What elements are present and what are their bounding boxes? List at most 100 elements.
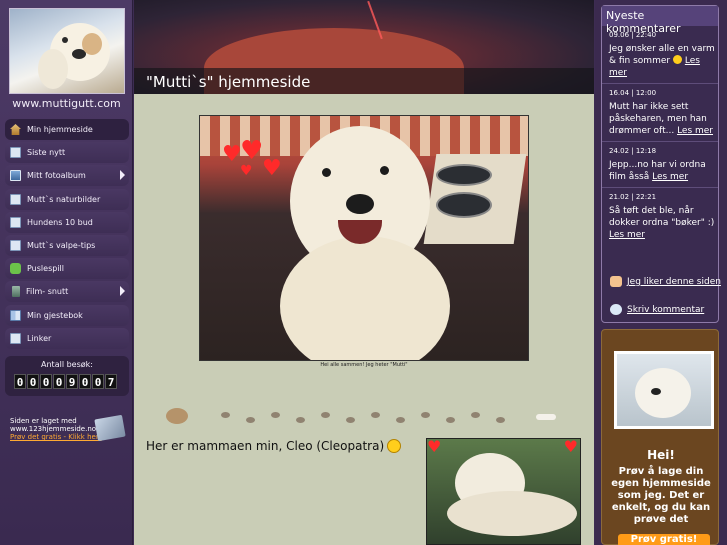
dog-nose	[346, 194, 374, 214]
promo-greeting: Hei!	[647, 448, 675, 462]
nav-item-nature-photos[interactable]: Mutt`s naturbilder	[5, 188, 129, 210]
bone-end-icon	[536, 414, 556, 420]
promo-panel: Hei! Prøv å lage din egen hjemmeside som…	[601, 329, 719, 545]
food-bowl	[436, 164, 492, 186]
write-comment-link[interactable]: Skriv kommentar	[627, 304, 704, 316]
read-more-link[interactable]: Les mer	[652, 172, 688, 182]
mother-dog-body	[447, 491, 577, 536]
nav-label: Mutt`s valpe-tips	[27, 240, 96, 250]
intro-text: Her er mammaen min, Cleo (Cleopatra)	[146, 439, 385, 453]
nav-label: Linker	[27, 333, 52, 343]
made-with-badge[interactable]: Siden er laget med www.123hjemmeside.no …	[10, 414, 130, 442]
page-icon	[10, 216, 21, 228]
counter-digits: 00009007	[14, 374, 117, 389]
comment-body: Mutt har ikke sett påskeharen, men han d…	[609, 101, 718, 137]
nav-item-news[interactable]: Siste nytt	[5, 142, 129, 164]
nav-item-photo-album[interactable]: Mitt fotoalbum	[5, 165, 129, 187]
like-page-link[interactable]: Jeg liker denne siden	[627, 276, 722, 288]
site-logo-dog-photo[interactable]	[9, 8, 125, 94]
film-icon	[12, 286, 20, 298]
like-page-row[interactable]: Jeg liker denne siden	[610, 276, 722, 288]
intro-paragraph: Her er mammaen min, Cleo (Cleopatra)	[146, 439, 402, 453]
read-more-link[interactable]: Les mer	[677, 126, 713, 136]
read-more-link[interactable]: Les mer	[609, 230, 645, 240]
nav-item-links[interactable]: Linker	[5, 327, 129, 349]
thumbs-up-icon	[610, 276, 622, 287]
dog-body	[280, 236, 450, 360]
paw-print-divider	[166, 408, 566, 428]
nav-label: Hundens 10 bud	[27, 217, 93, 227]
visitor-counter: Antall besøk: 00009007	[5, 356, 129, 396]
nav-label: Min hjemmeside	[27, 125, 93, 134]
speech-bubble-icon	[610, 304, 622, 315]
bone-icon	[166, 408, 188, 424]
nav-label: Puslespill	[27, 264, 64, 274]
hearts-decoration-icon: ♥	[222, 142, 242, 167]
comment-date: 16.04 | 12:00	[609, 89, 657, 97]
guestbook-icon	[10, 309, 21, 321]
write-comment-row[interactable]: Skriv kommentar	[610, 304, 704, 316]
comment-text: Så tøft det ble, når dokker ordna "bøker…	[609, 206, 715, 228]
puzzle-icon	[10, 263, 21, 275]
dog-main-photo: ♥ ♥ ♥ ♥	[199, 115, 529, 361]
counter-digit: 7	[105, 374, 117, 389]
home-icon	[10, 124, 21, 135]
photo-caption: Hei alle sammen! Jeg heter "Mutti"	[320, 362, 408, 368]
counter-digit: 0	[40, 374, 52, 389]
nav-item-guestbook[interactable]: Min gjestebok	[5, 304, 129, 326]
comment-item: 24.02 | 12:18 Jepp...no har vi ordna fil…	[602, 142, 718, 188]
site-url: www.muttigutt.com	[12, 97, 121, 110]
nav-item-puppy-tips[interactable]: Mutt`s valpe-tips	[5, 234, 129, 256]
counter-digit: 9	[66, 374, 78, 389]
smiley-icon	[672, 55, 682, 64]
submenu-arrow-icon	[120, 170, 125, 181]
corner-heart-icon: ♥	[427, 438, 442, 456]
nav-label: Siste nytt	[27, 148, 66, 158]
page-icon	[10, 332, 21, 344]
counter-label: Antall besøk:	[41, 360, 93, 369]
nav-item-puzzle[interactable]: Puslespill	[5, 258, 129, 280]
counter-digit: 0	[53, 374, 65, 389]
promo-text: Prøv å lage din egen hjemmeside som jeg.…	[611, 466, 711, 525]
photo-album-icon	[10, 170, 21, 182]
latest-comments-panel: Nyeste kommentarer 09.06 | 22:40 Jeg øns…	[601, 5, 722, 323]
counter-digit: 0	[92, 374, 104, 389]
page-icon	[10, 193, 21, 205]
comment-item: 16.04 | 12:00 Mutt har ikke sett påskeha…	[602, 84, 718, 142]
promo-dog-photo	[614, 351, 714, 429]
water-bowl	[436, 192, 492, 218]
dog-eye	[380, 166, 389, 175]
comments-title: Nyeste kommentarer	[602, 6, 718, 35]
page-icon	[10, 239, 21, 251]
dog-eye	[322, 168, 331, 177]
try-free-button[interactable]: Prøv gratis!	[618, 534, 710, 545]
comment-item: 21.02 | 22:21 Så tøft det ble, når dokke…	[602, 188, 718, 245]
counter-digit: 0	[79, 374, 91, 389]
comment-body: Jeg ønsker alle en varm & fin sommer Les…	[609, 43, 718, 79]
nav-item-dog-commandments[interactable]: Hundens 10 bud	[5, 211, 129, 233]
nav-label: Mutt`s naturbilder	[27, 194, 101, 204]
mother-dog-photo: ♥ ♥	[426, 438, 581, 545]
right-sidebar: Nyeste kommentarer 09.06 | 22:40 Jeg øns…	[595, 0, 727, 545]
main-content: "Mutti`s" hjemmeside ♥ ♥ ♥ ♥ Hei alle sa…	[134, 0, 594, 545]
comment-date: 21.02 | 22:21	[609, 193, 657, 201]
corner-heart-icon: ♥	[563, 438, 578, 456]
comment-date: 24.02 | 12:18	[609, 147, 657, 155]
nav-label: Film- snutt	[26, 287, 69, 297]
main-navigation: Min hjemmeside Siste nytt Mitt fotoalbum…	[5, 119, 129, 351]
left-sidebar: www.muttigutt.com Min hjemmeside Siste n…	[0, 0, 133, 545]
counter-digit: 0	[14, 374, 26, 389]
nav-label: Mitt fotoalbum	[27, 171, 86, 181]
nav-label: Min gjestebok	[27, 310, 83, 320]
heart-icon: ♥	[240, 136, 264, 166]
nav-item-home[interactable]: Min hjemmeside	[5, 119, 129, 140]
nav-item-film-clip[interactable]: Film- snutt	[5, 281, 129, 303]
smiley-icon	[387, 439, 402, 453]
header-banner: "Mutti`s" hjemmeside	[134, 0, 594, 94]
heart-icon: ♥	[262, 156, 282, 181]
page-icon	[10, 147, 21, 159]
submenu-arrow-icon	[120, 286, 125, 297]
comment-body: Jepp...no har vi ordna film åsså Les mer	[609, 159, 718, 183]
counter-digit: 0	[27, 374, 39, 389]
comment-body: Så tøft det ble, når dokker ordna "bøker…	[609, 205, 718, 241]
